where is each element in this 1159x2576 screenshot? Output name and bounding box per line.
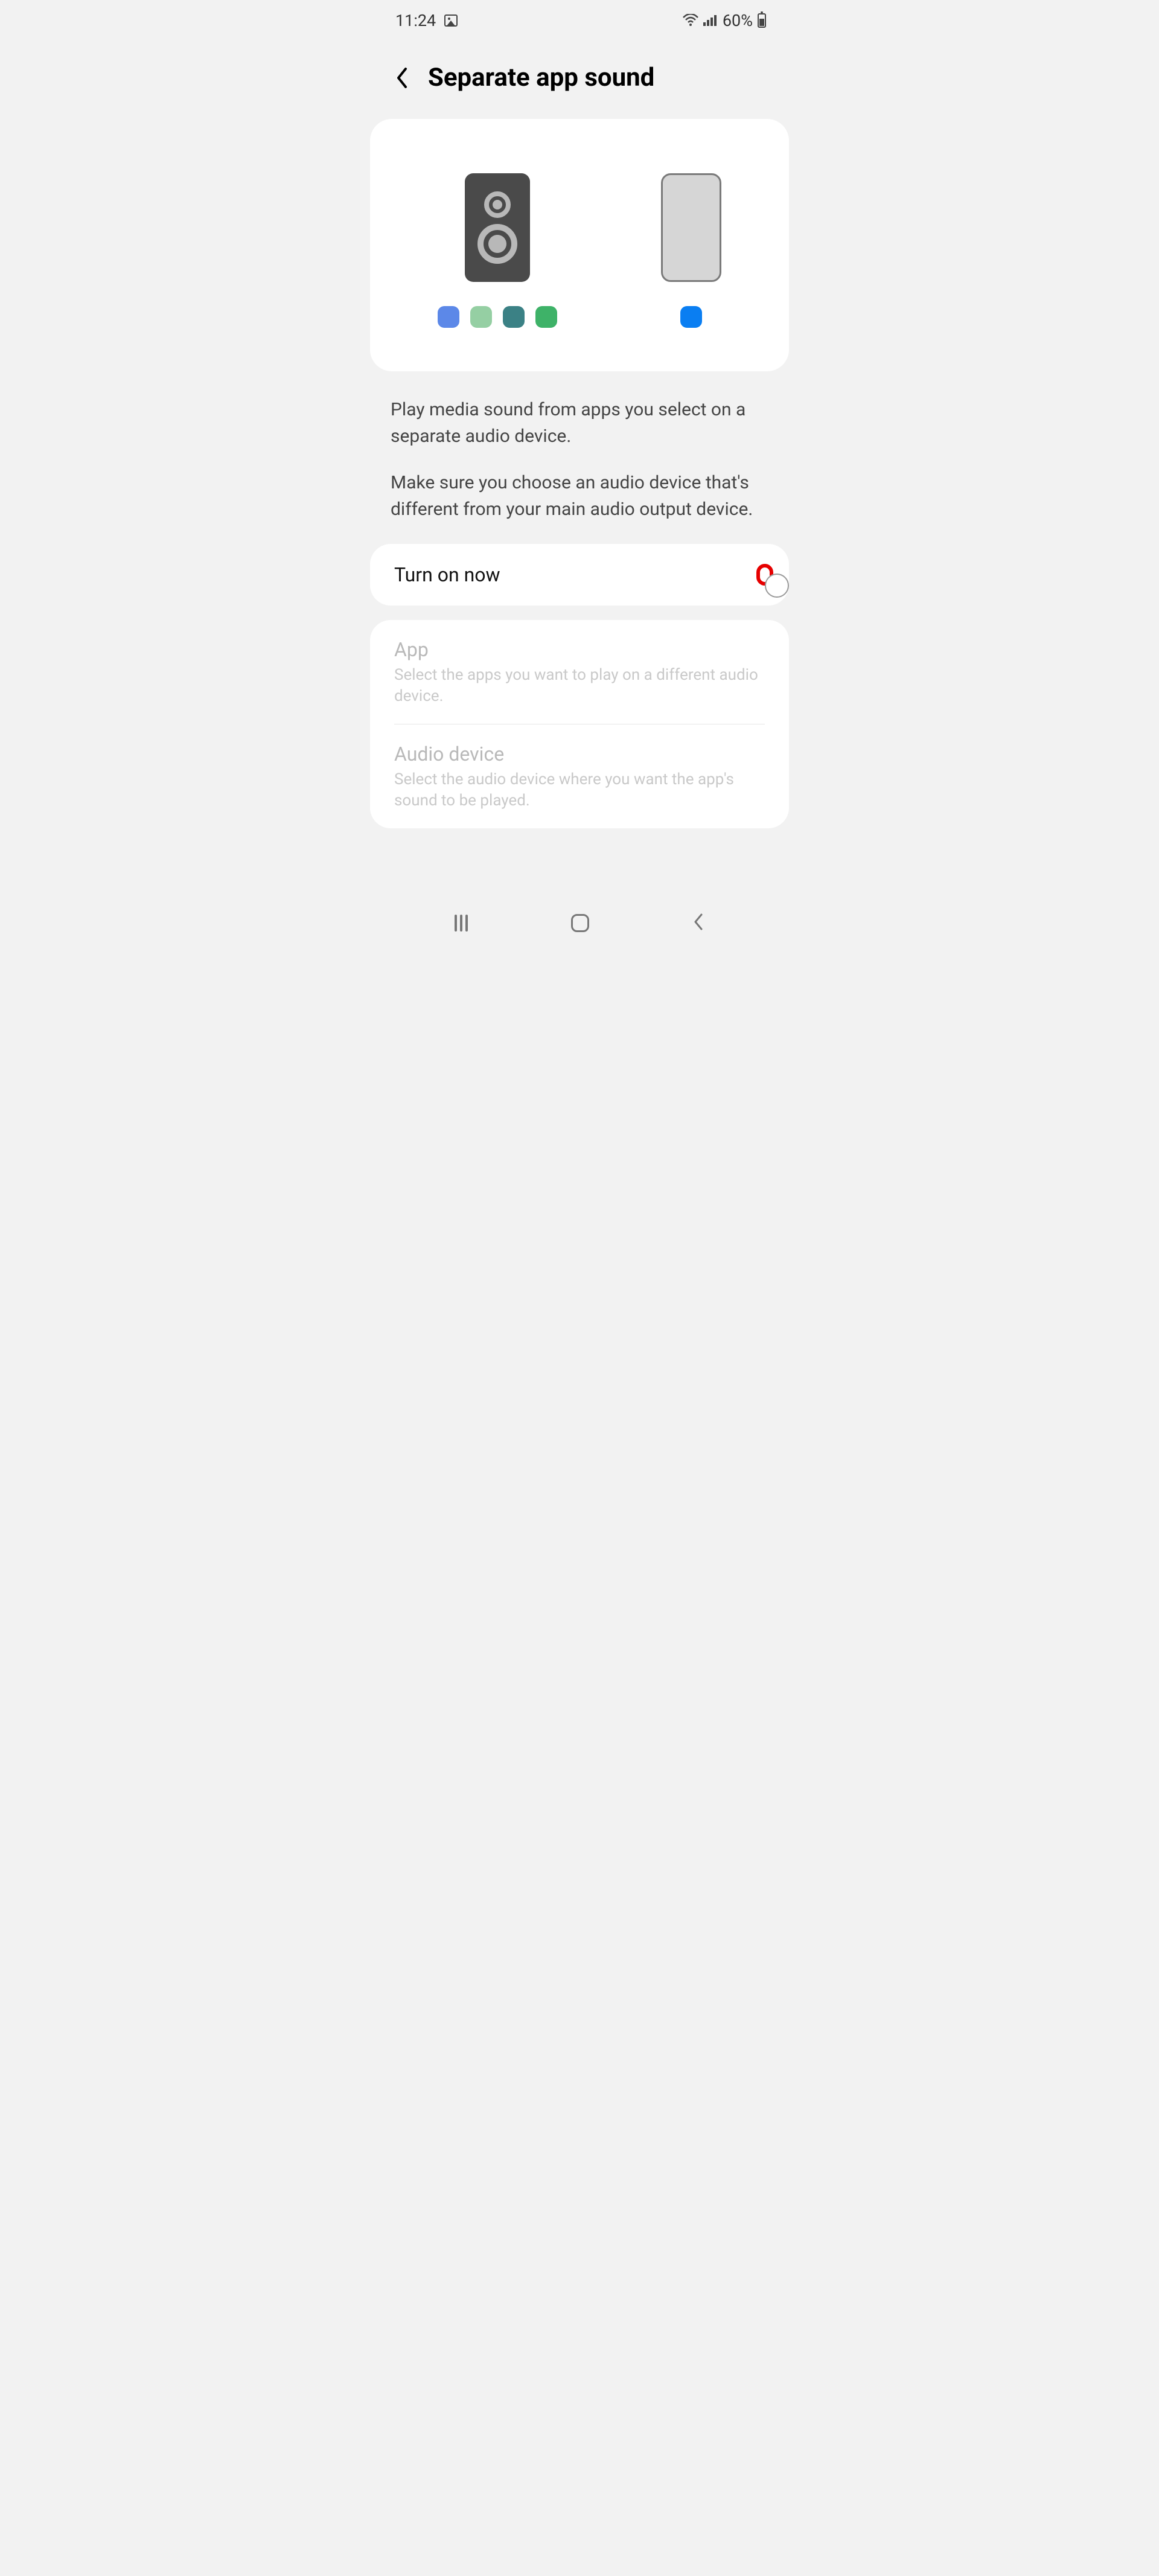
battery-text: 60% bbox=[723, 11, 753, 30]
switch-knob bbox=[765, 574, 789, 598]
options-card: App Select the apps you want to play on … bbox=[370, 620, 789, 828]
turn-on-row[interactable]: Turn on now bbox=[370, 544, 789, 606]
description-block: Play media sound from apps you select on… bbox=[366, 371, 793, 544]
picture-icon bbox=[444, 14, 458, 27]
page-title: Separate app sound bbox=[428, 63, 654, 92]
speaker-icon bbox=[465, 173, 530, 282]
wifi-icon bbox=[683, 11, 698, 30]
option-audio-device[interactable]: Audio device Select the audio device whe… bbox=[394, 724, 765, 828]
option-app-title: App bbox=[394, 638, 765, 661]
option-app-subtitle: Select the apps you want to play on a di… bbox=[394, 665, 765, 707]
option-audio-device-subtitle: Select the audio device where you want t… bbox=[394, 769, 765, 811]
description-line-2: Make sure you choose an audio device tha… bbox=[391, 470, 768, 522]
phone-column bbox=[661, 173, 721, 328]
settings-screen: 11:24 60% Separate app sound bbox=[366, 0, 793, 947]
signal-icon bbox=[703, 11, 718, 30]
speaker-column bbox=[438, 173, 557, 328]
app-dot bbox=[680, 306, 702, 328]
option-audio-device-title: Audio device bbox=[394, 743, 765, 765]
app-dot bbox=[470, 306, 492, 328]
status-bar-right: 60% bbox=[683, 11, 766, 30]
system-nav-bar bbox=[366, 895, 793, 947]
status-time: 11:24 bbox=[395, 11, 436, 30]
phone-icon bbox=[661, 173, 721, 282]
illustration-card bbox=[370, 119, 789, 371]
nav-recent-button[interactable] bbox=[455, 915, 468, 932]
status-bar: 11:24 60% bbox=[366, 0, 793, 36]
speaker-app-dots bbox=[438, 306, 557, 328]
annotation-highlight bbox=[756, 564, 773, 586]
battery-icon bbox=[758, 13, 766, 28]
phone-app-dots bbox=[680, 306, 702, 328]
app-dot bbox=[535, 306, 557, 328]
status-bar-left: 11:24 bbox=[395, 11, 458, 30]
page-header: Separate app sound bbox=[366, 36, 793, 119]
turn-on-label: Turn on now bbox=[394, 563, 500, 586]
app-dot bbox=[503, 306, 525, 328]
description-line-1: Play media sound from apps you select on… bbox=[391, 397, 768, 449]
nav-home-button[interactable] bbox=[571, 914, 589, 932]
app-dot bbox=[438, 306, 459, 328]
back-button[interactable] bbox=[393, 66, 411, 90]
option-app[interactable]: App Select the apps you want to play on … bbox=[394, 620, 765, 724]
nav-back-button[interactable] bbox=[692, 913, 704, 933]
